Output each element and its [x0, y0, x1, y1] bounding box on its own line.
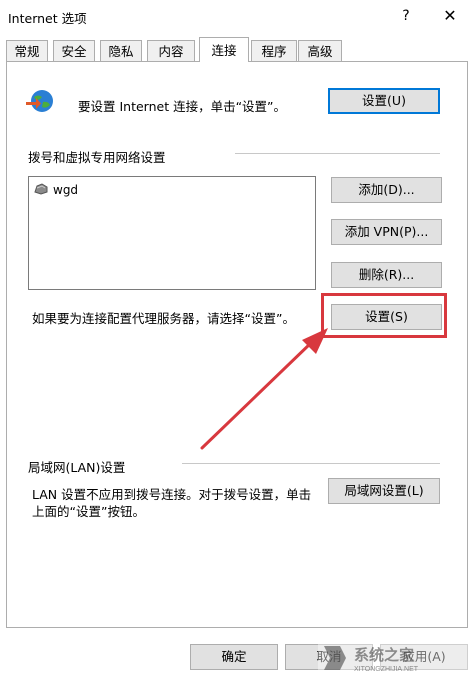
setup-text: 要设置 Internet 连接，单击“设置”。: [78, 99, 287, 114]
lan-section-title: 局域网(LAN)设置: [28, 460, 126, 475]
svg-text:系统之家: 系统之家: [354, 646, 414, 664]
tab-security[interactable]: 安全: [53, 40, 95, 61]
ok-button[interactable]: 确定: [190, 644, 278, 670]
help-button[interactable]: ?: [396, 6, 416, 26]
list-item[interactable]: wgd: [33, 181, 78, 199]
network-connection-icon: [33, 182, 49, 199]
lan-settings-button[interactable]: 局域网设置(L): [328, 478, 440, 504]
internet-globe-icon: [24, 86, 58, 116]
section-divider: [235, 153, 440, 154]
connection-name: wgd: [53, 183, 79, 197]
window-title: Internet 选项: [8, 11, 87, 26]
tab-advanced[interactable]: 高级: [298, 40, 342, 61]
add-vpn-button[interactable]: 添加 VPN(P)...: [331, 219, 442, 245]
lan-text-line2: 上面的“设置”按钮。: [32, 504, 145, 519]
tab-programs[interactable]: 程序: [251, 40, 297, 61]
delete-button[interactable]: 删除(R)...: [331, 262, 442, 288]
setup-button[interactable]: 设置(U): [328, 88, 440, 114]
close-button[interactable]: ✕: [440, 6, 460, 26]
tab-general[interactable]: 常规: [6, 40, 48, 61]
tab-content[interactable]: 内容: [147, 40, 195, 61]
annotation-arrow: [200, 328, 328, 450]
tab-connections[interactable]: 连接: [199, 37, 249, 62]
title-bar: Internet 选项 ? ✕: [0, 0, 474, 32]
tab-privacy[interactable]: 隐私: [100, 40, 142, 61]
dialup-section-title: 拨号和虚拟专用网络设置: [28, 150, 166, 165]
add-button[interactable]: 添加(D)...: [331, 177, 442, 203]
site-watermark-logo: 系统之家 XITONGZHIJIA.NET: [318, 640, 468, 676]
svg-text:XITONGZHIJIA.NET: XITONGZHIJIA.NET: [354, 666, 419, 673]
connection-list[interactable]: wgd: [28, 176, 316, 290]
section-divider: [182, 463, 440, 464]
